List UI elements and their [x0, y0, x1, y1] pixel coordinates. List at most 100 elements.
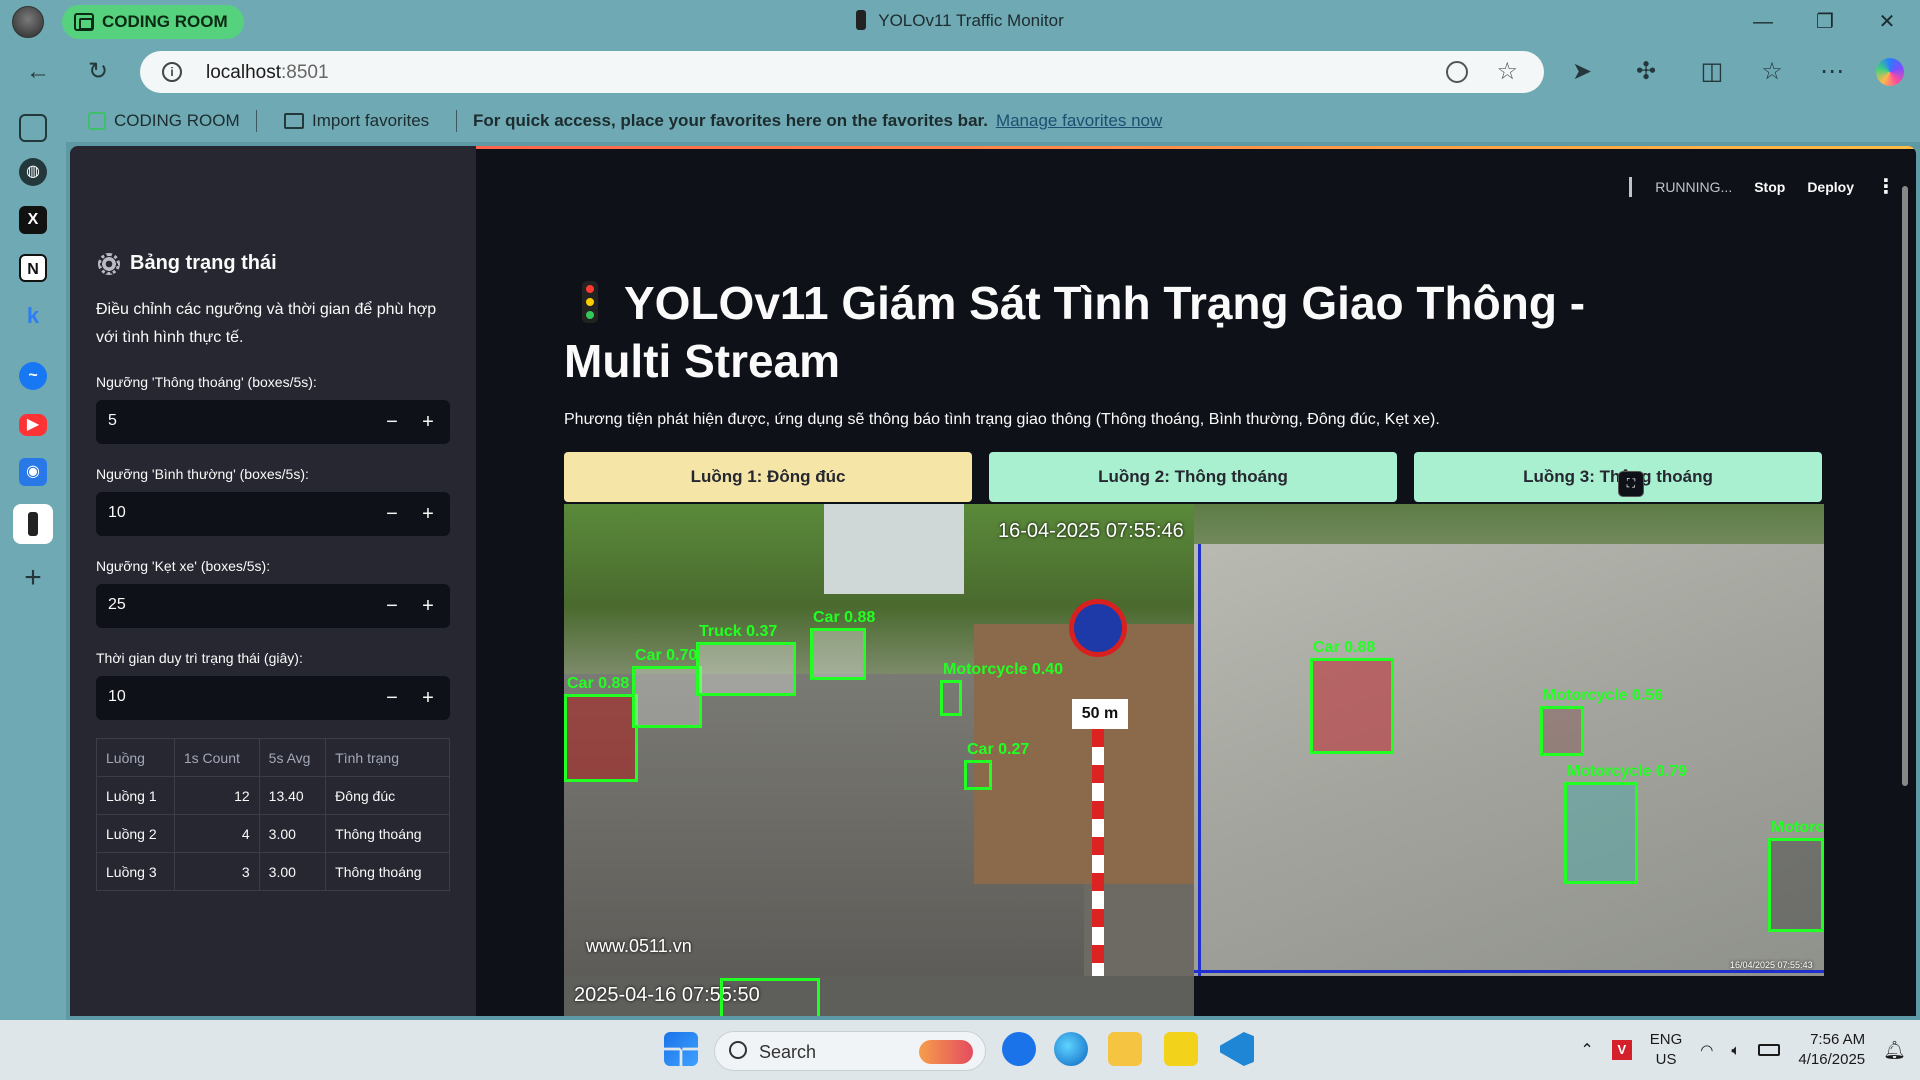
notion-icon[interactable]: N — [19, 254, 47, 282]
increment-button[interactable]: + — [414, 408, 442, 436]
zalo-icon[interactable] — [1002, 1032, 1036, 1066]
threshold-jam-input[interactable]: 25 − + — [96, 584, 450, 628]
fav-workspace[interactable]: CODING ROOM — [88, 111, 240, 131]
increment-button[interactable]: + — [414, 500, 442, 528]
import-favorites[interactable]: Import favorites — [284, 111, 429, 131]
input-value[interactable]: 25 — [108, 596, 126, 614]
increment-button[interactable]: + — [414, 684, 442, 712]
messenger-icon[interactable]: ~ — [19, 362, 47, 390]
stream-1-status: Luồng 1: Đông đúc — [564, 452, 972, 502]
threshold-normal-input[interactable]: 10 − + — [96, 492, 450, 536]
divider — [256, 110, 257, 132]
extensions-icon[interactable]: ✣ — [1632, 58, 1660, 86]
decrement-button[interactable]: − — [378, 592, 406, 620]
main-menu-button[interactable]: ⋮ — [1876, 174, 1896, 199]
running-man-icon — [1629, 176, 1647, 197]
sign-pole — [1092, 729, 1104, 976]
close-button[interactable]: ✕ — [1872, 8, 1902, 36]
vertical-tab-rail: ◍ X N k ~ ▶ ◉ + — [0, 100, 66, 1020]
favorites-icon[interactable]: ☆ — [1758, 58, 1786, 86]
refresh-button[interactable]: ↻ — [84, 58, 112, 86]
toolbar: ← ↻ i localhost:8501 ☆ ➤ ✣ ◫ ☆ ⋯ — [0, 44, 1920, 100]
import-icon — [284, 113, 304, 129]
table-row: Luồng 1 12 13.40 Đông đúc — [96, 776, 450, 815]
increment-button[interactable]: + — [414, 592, 442, 620]
address-bar[interactable]: i localhost:8501 ☆ — [140, 51, 1544, 93]
threshold-normal-label: Ngưỡng 'Bình thường' (boxes/5s): — [96, 466, 309, 482]
taskbar: Search ⌃ V ENG US ◠ 🔈︎ 7:56 AM 4/16/2025 🔔… — [0, 1020, 1920, 1080]
notifications-icon[interactable]: 🔔︎ — [1883, 1040, 1906, 1061]
table-cell: 13.40 — [258, 776, 327, 815]
column-header[interactable]: Tình trạng — [325, 738, 450, 777]
browser-window: CODING ROOM YOLOv11 Traffic Monitor — ❐ … — [0, 0, 1920, 1080]
chevron-up-icon[interactable]: ⌃ — [1580, 1040, 1593, 1060]
fullscreen-button[interactable]: ⛶ — [1618, 471, 1644, 497]
threshold-clear-input[interactable]: 5 − + — [96, 400, 450, 444]
input-value[interactable]: 10 — [108, 688, 126, 706]
stream-3-video: 2025-04-16 07:55:50 — [564, 976, 1194, 1016]
column-header[interactable]: Luồng — [96, 738, 175, 777]
table-cell: Thông thoáng — [325, 852, 450, 891]
sidebar: Bảng trạng thái Điều chỉnh các ngưỡng và… — [70, 146, 476, 1016]
github-icon[interactable]: ◍ — [19, 158, 47, 186]
table-cell: Luồng 3 — [96, 852, 175, 891]
language-indicator[interactable]: ENG US — [1650, 1030, 1683, 1070]
decrement-button[interactable]: − — [378, 684, 406, 712]
k-icon[interactable]: k — [19, 302, 47, 330]
vscode-icon[interactable] — [1220, 1032, 1254, 1066]
column-header[interactable]: 1s Count — [173, 738, 260, 777]
search-icon — [729, 1041, 747, 1059]
edge-icon[interactable] — [1054, 1032, 1088, 1066]
restore-button[interactable]: ❐ — [1810, 8, 1840, 36]
stream-2-timestamp: 16/04/2025 07:55:43 — [1730, 960, 1813, 970]
windows-start-icon[interactable] — [664, 1032, 698, 1066]
detection-box: Car 0.88 — [1310, 639, 1394, 754]
stop-button[interactable]: Stop — [1754, 179, 1785, 195]
copilot-icon[interactable] — [1876, 58, 1904, 86]
more-icon[interactable]: ⋯ — [1818, 58, 1846, 86]
add-icon[interactable]: + — [19, 563, 47, 593]
back-button[interactable]: ← — [24, 58, 52, 86]
decrement-button[interactable]: − — [378, 408, 406, 436]
battery-icon[interactable] — [1758, 1044, 1781, 1056]
zoom-icon[interactable] — [1446, 61, 1468, 83]
traffic-light-icon — [582, 281, 598, 323]
manage-favorites-link[interactable]: Manage favorites now — [996, 111, 1162, 131]
scrollbar[interactable] — [1902, 186, 1908, 786]
wifi-icon[interactable]: ◠ — [1700, 1041, 1713, 1059]
detection-box: Car 0.70 — [632, 647, 702, 728]
sidebar-title: Bảng trạng thái — [98, 252, 277, 275]
clock[interactable]: 7:56 AM 4/16/2025 — [1798, 1030, 1865, 1070]
antivirus-icon[interactable]: V — [1611, 1040, 1632, 1060]
sticky-notes-icon[interactable] — [1164, 1032, 1198, 1066]
input-value[interactable]: 5 — [108, 412, 117, 430]
status-table: Luồng 1s Count 5s Avg Tình trạng Luồng 1… — [96, 738, 450, 891]
column-header[interactable]: 5s Avg — [258, 738, 327, 777]
deploy-button[interactable]: Deploy — [1807, 179, 1854, 195]
volume-icon[interactable]: 🔈︎ — [1731, 1042, 1740, 1059]
table-cell: 3.00 — [258, 852, 327, 891]
hold-time-input[interactable]: 10 − + — [96, 676, 450, 720]
copilot-icon[interactable]: ◉ — [19, 458, 47, 486]
traffic-light-icon[interactable] — [13, 504, 53, 544]
minimize-button[interactable]: — — [1748, 8, 1778, 36]
table-cell: Luồng 2 — [96, 814, 175, 853]
taskbar-search[interactable]: Search — [714, 1031, 986, 1071]
send-icon[interactable]: ➤ — [1568, 58, 1596, 86]
file-explorer-icon[interactable] — [1108, 1032, 1142, 1066]
favorite-star-icon[interactable]: ☆ — [1496, 57, 1518, 86]
site-info-icon[interactable]: i — [162, 62, 182, 82]
x-icon[interactable]: X — [19, 206, 47, 234]
detection-box: Motorcycle 0.79 — [1564, 763, 1687, 884]
divider — [456, 110, 457, 132]
youtube-icon[interactable]: ▶ — [19, 414, 47, 436]
running-status: RUNNING... — [1629, 176, 1732, 197]
threshold-clear-label: Ngưỡng 'Thông thoáng' (boxes/5s): — [96, 374, 317, 390]
split-screen-icon[interactable]: ◫ — [1698, 58, 1726, 86]
tab-actions-icon[interactable] — [19, 114, 47, 142]
app-header: RUNNING... Stop Deploy ⋮ — [1629, 174, 1896, 199]
stream-1-watermark: www.0511.vn — [586, 936, 692, 956]
detection-box: Truck 0.37 — [696, 623, 796, 696]
input-value[interactable]: 10 — [108, 504, 126, 522]
decrement-button[interactable]: − — [378, 500, 406, 528]
